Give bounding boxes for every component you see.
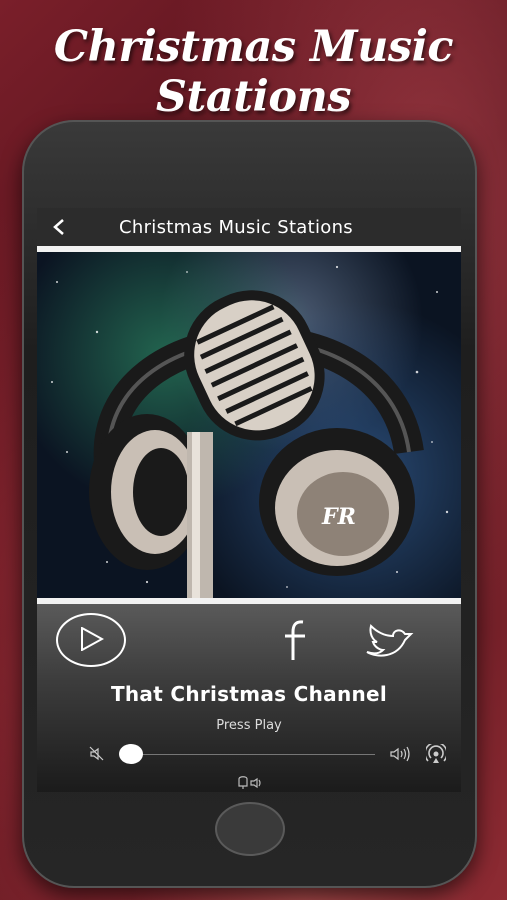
back-icon[interactable] [37,208,81,246]
promo-title: Christmas Music Stations [53,22,454,122]
home-button[interactable] [215,802,285,856]
facebook-icon [285,620,305,660]
volume-slider-track[interactable] [121,754,375,755]
station-artwork: FR [37,252,461,598]
facebook-button[interactable] [281,618,311,662]
volume-slider-thumb[interactable] [119,744,143,764]
mute-icon[interactable] [89,746,105,762]
twitter-icon [366,624,414,657]
play-icon [81,627,104,651]
volume-row [37,742,461,766]
app-bar: Christmas Music Stations [37,208,461,246]
app-title: Christmas Music Stations [119,216,353,238]
player-status: Press Play [216,718,282,733]
twitter-button[interactable] [363,622,415,662]
alarm-icon[interactable] [236,776,262,790]
player-controls: That Christmas Channel Press Play [37,604,461,792]
station-name: That Christmas Channel [110,682,388,706]
app-screen: Christmas Music Stations FR That Christm… [37,208,461,792]
play-button[interactable] [56,613,126,667]
cast-icon[interactable] [426,744,446,764]
volume-icon[interactable] [390,746,412,762]
artwork-badge: FR [321,504,356,530]
